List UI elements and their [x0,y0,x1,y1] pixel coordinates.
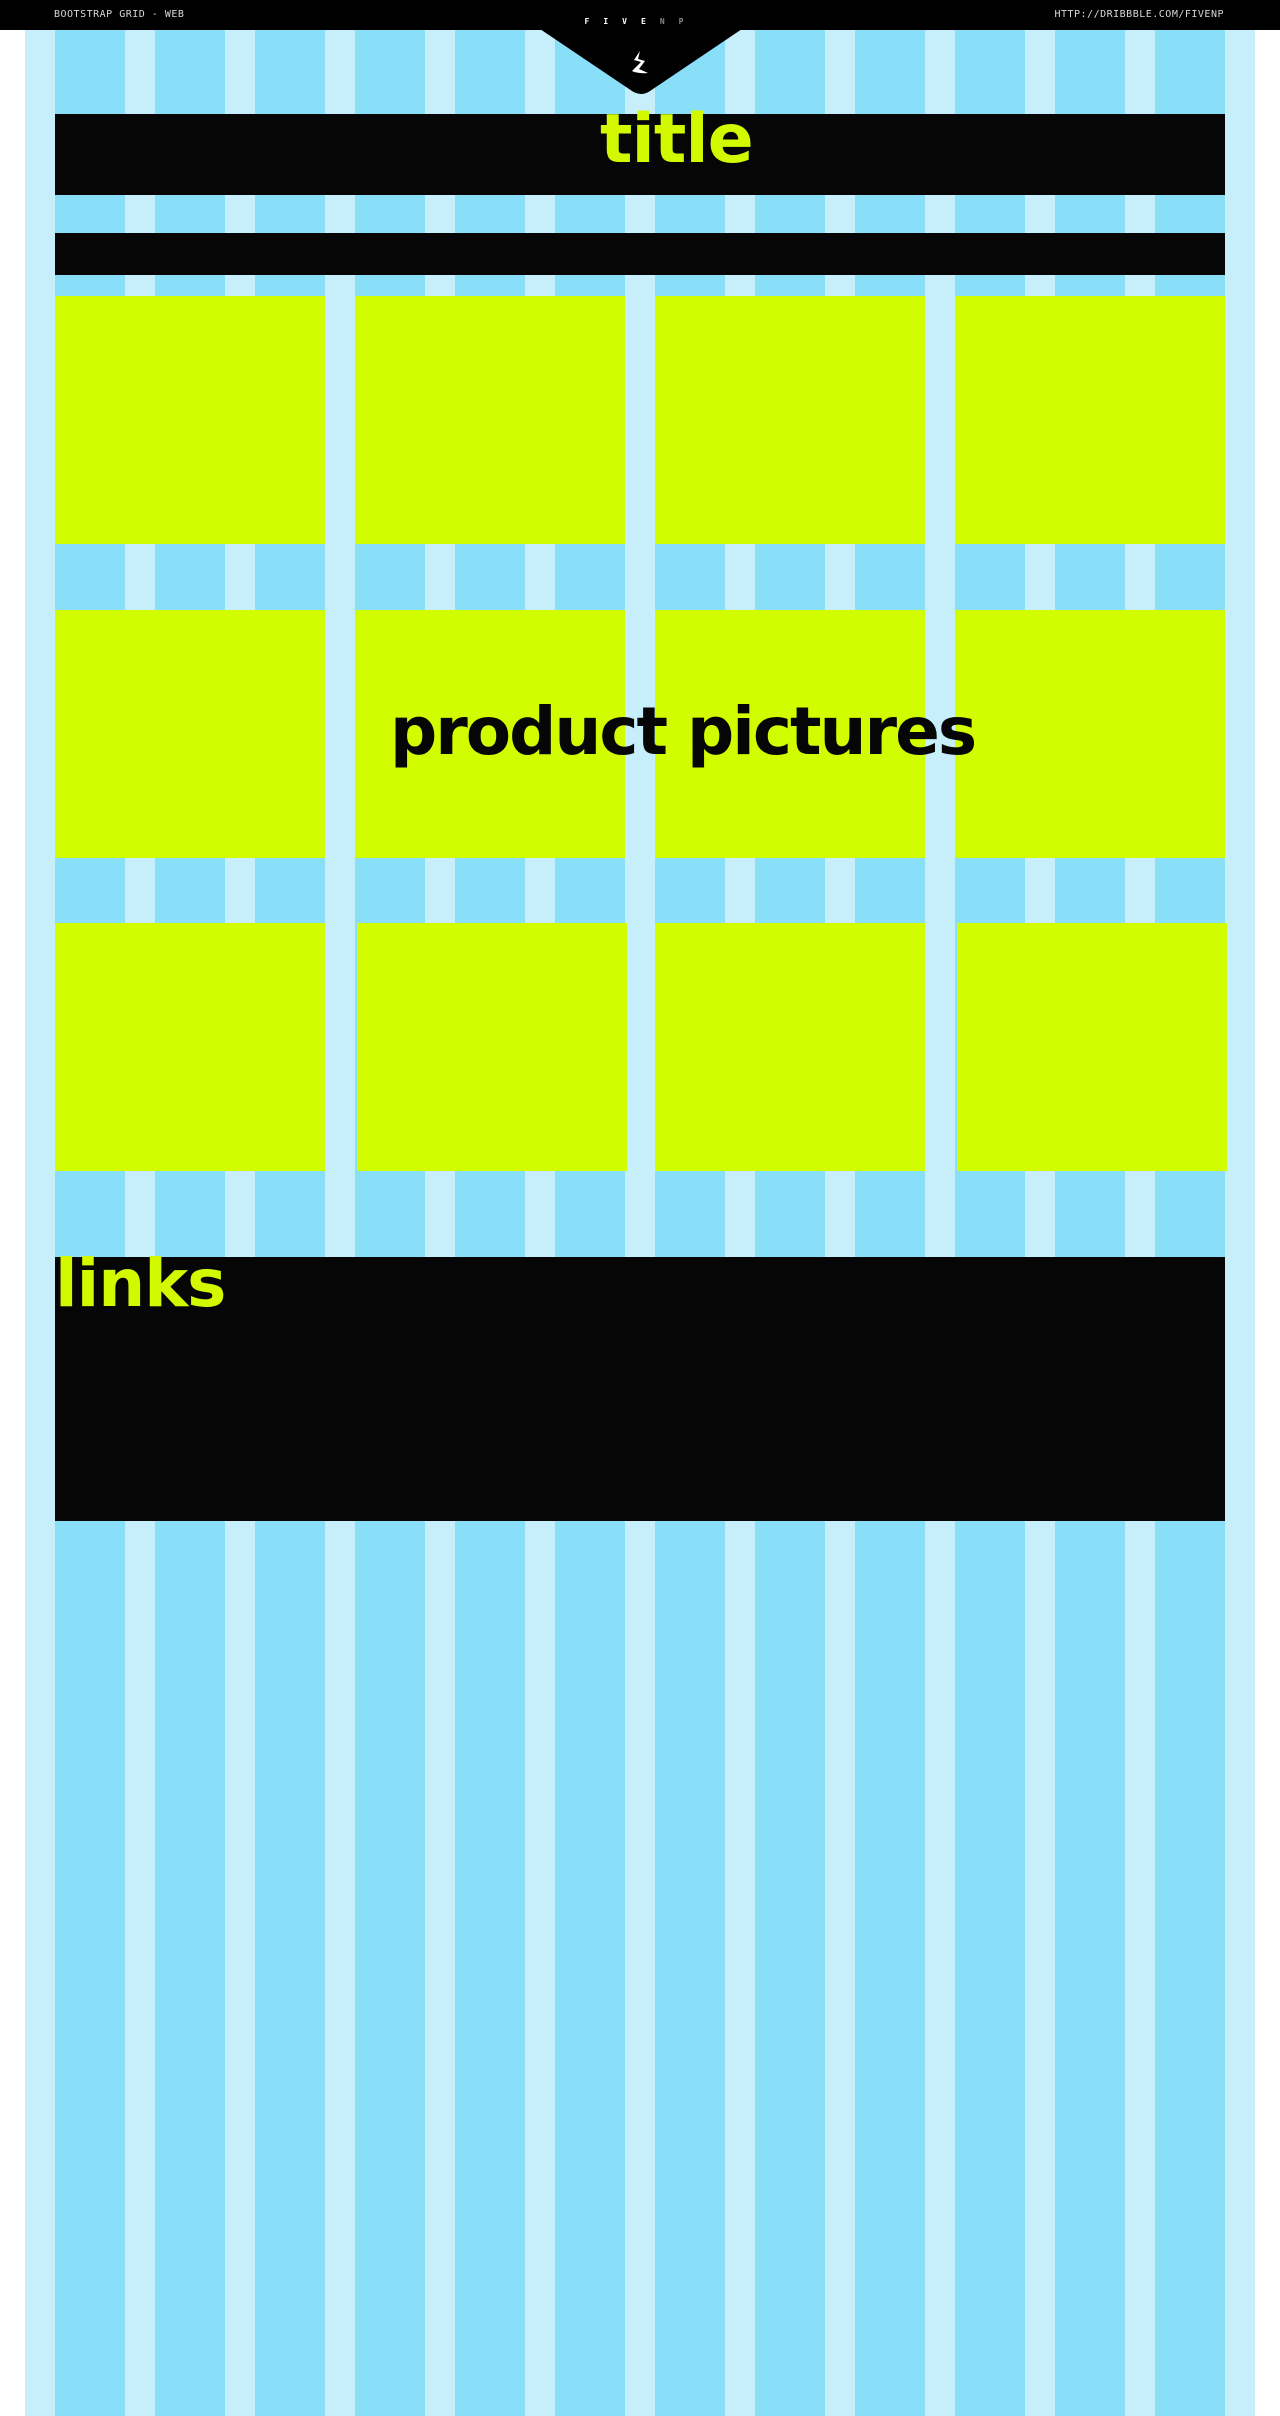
links-band [55,1257,1225,1521]
lightning-bolt-icon [632,51,648,74]
brand-wordmark[interactable]: FIVENP [540,17,742,27]
product-tile[interactable] [957,923,1227,1171]
product-pictures-label: product pictures [390,693,977,770]
dribbble-link[interactable]: HTTP://DRIBBBLE.COM/FIVENP [1054,9,1224,21]
product-tile[interactable] [955,610,1225,858]
product-tile[interactable] [55,610,325,858]
product-tile[interactable] [655,296,925,544]
product-tile[interactable] [357,923,627,1171]
product-tile[interactable] [55,296,325,544]
grid-label: BOOTSTRAP GRID - WEB [54,9,185,20]
links-label: links [55,1245,226,1322]
brand-main: FIVE [584,17,660,26]
product-tile[interactable] [55,923,325,1171]
product-tile[interactable] [355,296,625,544]
product-tile[interactable] [655,923,925,1171]
page-title: title [600,100,754,179]
product-tile[interactable] [955,296,1225,544]
nav-bar[interactable] [55,233,1225,275]
brand-tail: NP [659,17,698,26]
